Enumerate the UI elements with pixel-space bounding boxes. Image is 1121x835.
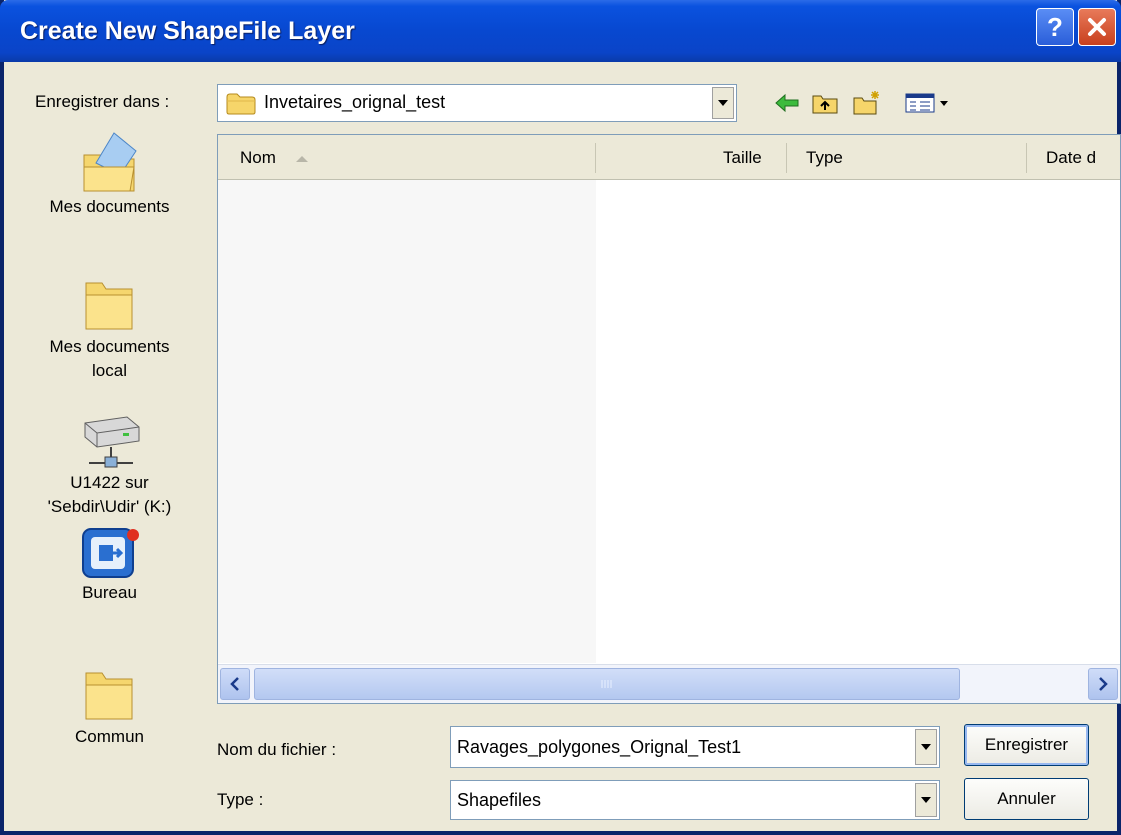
new-folder-button[interactable] (852, 88, 882, 118)
dialog-window: Create New ShapeFile Layer ? Enregistrer… (0, 0, 1121, 835)
column-header-name[interactable]: Nom (240, 135, 309, 179)
place-label-line2: local (92, 361, 127, 380)
back-button[interactable] (772, 88, 802, 118)
place-my-documents[interactable]: Mes documents (12, 125, 207, 219)
filetype-value: Shapefiles (457, 790, 542, 810)
place-desktop[interactable]: Bureau (12, 525, 207, 605)
grip-icon (601, 680, 612, 688)
filename-label: Nom du fichier : (217, 740, 337, 759)
list-header: Nom Taille Type Date d (218, 135, 1120, 180)
view-menu-button[interactable] (904, 88, 950, 118)
new-folder-icon (853, 91, 879, 115)
chevron-right-icon (1099, 677, 1108, 691)
save-in-label: Enregistrer dans : (35, 92, 170, 111)
place-my-documents-local[interactable]: Mes documents local (12, 275, 207, 383)
network-drive-icon (84, 416, 139, 468)
place-label: Mes documents (49, 197, 170, 216)
column-header-date[interactable]: Date d (1046, 135, 1096, 179)
folder-icon (226, 93, 256, 115)
filetype-label: Type : (217, 790, 264, 809)
desktop-icon (81, 528, 139, 578)
place-network-drive[interactable]: U1422 sur 'Sebdir\Udir' (K:) (12, 413, 207, 519)
chevron-down-icon[interactable] (915, 729, 937, 765)
sort-ascending-icon (295, 155, 308, 162)
place-label-line2: 'Sebdir\Udir' (K:) (47, 497, 172, 516)
cancel-button[interactable]: Annuler (964, 778, 1089, 820)
up-folder-icon (812, 95, 838, 114)
help-button[interactable]: ? (1036, 8, 1074, 46)
file-list[interactable]: Nom Taille Type Date d (217, 134, 1121, 704)
column-header-size[interactable]: Taille (723, 135, 762, 179)
filetype-dropdown[interactable]: Shapefiles (450, 780, 940, 820)
scroll-left-button[interactable] (220, 668, 250, 700)
place-label: Mes documents (49, 337, 170, 356)
close-icon (1088, 18, 1106, 36)
folder-icon (85, 282, 132, 330)
folder-icon (85, 672, 132, 720)
chevron-left-icon (230, 677, 239, 691)
chevron-down-icon[interactable] (712, 87, 734, 119)
dialog-title: Create New ShapeFile Layer (20, 17, 355, 45)
help-icon: ? (1047, 11, 1063, 42)
filename-field[interactable]: Ravages_polygones_Orignal_Test1 (450, 726, 940, 768)
save-button[interactable]: Enregistrer (964, 724, 1089, 766)
save-in-value: Invetaires_orignal_test (264, 92, 446, 112)
filename-value: Ravages_polygones_Orignal_Test1 (457, 737, 742, 757)
horizontal-scrollbar[interactable] (218, 664, 1120, 703)
place-commun[interactable]: Commun (12, 665, 207, 749)
close-button[interactable] (1078, 8, 1116, 46)
place-label: Commun (75, 727, 144, 746)
view-menu-icon (905, 93, 948, 113)
my-documents-icon (83, 132, 137, 192)
places-bar: Mes documents Mes documents local U1422 … (12, 125, 207, 770)
up-folder-button[interactable] (810, 88, 840, 118)
column-header-type[interactable]: Type (806, 135, 843, 179)
save-in-dropdown[interactable]: Invetaires_orignal_test (217, 84, 737, 122)
back-icon (775, 93, 799, 113)
scroll-thumb[interactable] (254, 668, 960, 700)
name-column-area (218, 180, 596, 663)
title-bar[interactable]: Create New ShapeFile Layer ? (0, 0, 1121, 62)
place-label: Bureau (82, 583, 137, 602)
place-label: U1422 sur (70, 473, 149, 492)
chevron-down-icon[interactable] (915, 783, 937, 817)
scroll-right-button[interactable] (1088, 668, 1118, 700)
